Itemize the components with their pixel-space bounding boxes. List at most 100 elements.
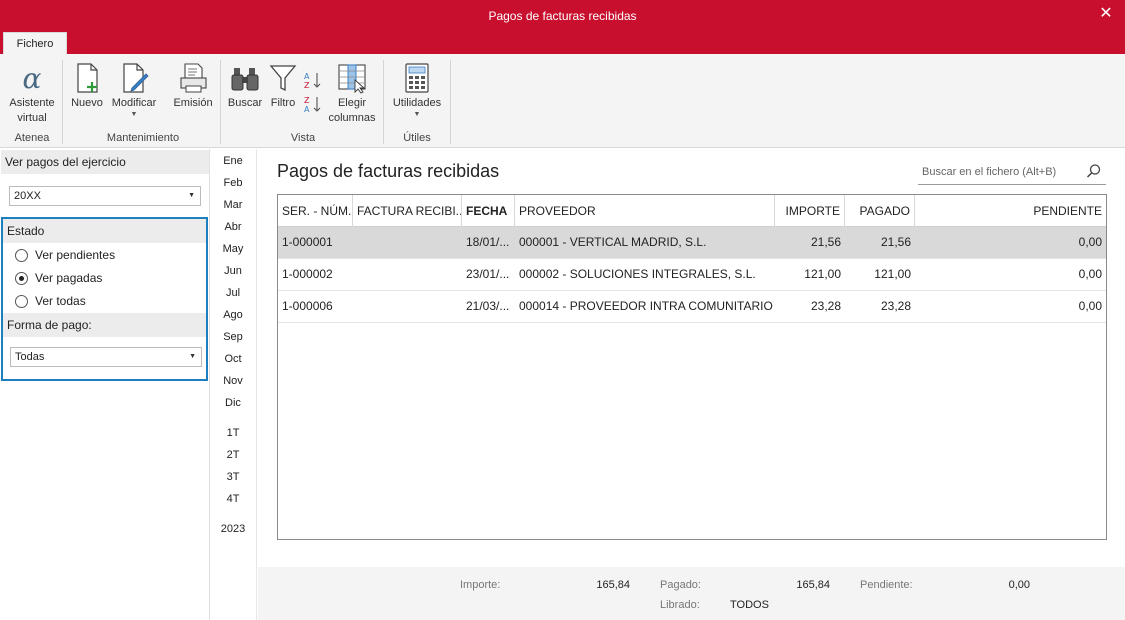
chevron-down-icon: ▼ [413, 111, 421, 118]
period-month[interactable]: Sep [211, 331, 255, 343]
totals-footer: Importe: 165,84 Pagado: 165,84 Pendiente… [258, 567, 1125, 620]
ejercicio-header: Ver pagos del ejercicio [1, 150, 209, 174]
period-quarter[interactable]: 4T [211, 493, 255, 505]
filtro-button[interactable]: Filtro [266, 58, 300, 111]
table-row[interactable]: 1-000006 21/03/... 000014 - PROVEEDOR IN… [278, 291, 1106, 323]
emision-label: Emisión [173, 97, 213, 109]
radio-button[interactable] [15, 294, 28, 308]
search-icon[interactable] [1086, 163, 1102, 179]
search-box[interactable] [918, 159, 1106, 185]
column-header-ser-num[interactable]: SER. - NÚM. [278, 195, 353, 227]
column-header-pagado[interactable]: PAGADO [845, 195, 915, 227]
radio-ver-pagadas[interactable]: Ver pagadas [15, 269, 102, 287]
buscar-button[interactable]: Buscar [226, 58, 264, 111]
estado-group: Estado Ver pendientes Ver pagadas Ver to… [1, 217, 208, 381]
table-header: SER. - NÚM. FACTURA RECIBI... FECHA PROV… [278, 195, 1106, 227]
radio-ver-todas[interactable]: Ver todas [15, 292, 86, 310]
cell-importe: 21,56 [810, 235, 841, 249]
filtro-label: Filtro [270, 97, 296, 109]
chevron-down-icon: ▼ [188, 192, 195, 199]
binoculars-icon [231, 68, 259, 91]
period-quarter[interactable]: 3T [211, 471, 255, 483]
period-quarter[interactable]: 2T [211, 449, 255, 461]
cell-importe: 23,28 [810, 299, 841, 313]
ribbon: α Asistente virtual Atenea Nuevo Modific… [0, 54, 1125, 148]
radio-label: Ver pagadas [35, 271, 103, 285]
librado-label: Librado: [660, 599, 700, 611]
period-year[interactable]: 2023 [211, 523, 255, 535]
cell-fecha: 18/01/... [466, 235, 510, 249]
sort-ascending-button[interactable]: A Z [302, 70, 324, 95]
ejercicio-select[interactable]: 20XX ▼ [9, 186, 201, 206]
pagado-total-value: 165,84 [796, 579, 830, 591]
period-month[interactable]: Jun [211, 265, 255, 277]
group-vista: Vista [290, 132, 316, 144]
ribbon-separator [383, 60, 384, 144]
columns-icon [338, 64, 366, 94]
svg-text:A: A [304, 105, 310, 114]
cell-pendiente: 0,00 [1078, 235, 1102, 249]
sort-descending-button[interactable]: Z A [302, 94, 324, 119]
period-month[interactable]: Feb [211, 177, 255, 189]
period-month[interactable]: Abr [211, 221, 255, 233]
cell-fecha: 21/03/... [466, 299, 510, 313]
column-header-pendiente[interactable]: PENDIENTE [915, 195, 1106, 227]
radio-ver-pendientes[interactable]: Ver pendientes [15, 246, 115, 264]
utilidades-button[interactable]: Utilidades ▼ [388, 58, 446, 119]
forma-pago-select[interactable]: Todas ▼ [10, 347, 202, 367]
column-header-factura[interactable]: FACTURA RECIBI... [353, 195, 462, 227]
period-month[interactable]: Mar [211, 199, 255, 211]
radio-button[interactable] [15, 248, 28, 262]
period-month[interactable]: Ago [211, 309, 255, 321]
asistente-virtual-button[interactable]: α Asistente virtual [6, 58, 58, 126]
cell-fecha: 23/01/... [466, 267, 510, 281]
emision-button[interactable]: Emisión [170, 58, 216, 111]
group-atenea: Atenea [14, 132, 50, 144]
utilidades-label: Utilidades [392, 97, 442, 109]
cell-proveedor: 000001 - VERTICAL MADRID, S.L. [519, 235, 707, 249]
table-row[interactable]: 1-000002 23/01/... 000002 - SOLUCIONES I… [278, 259, 1106, 291]
group-utiles: Útiles [403, 132, 431, 144]
asistente-label-2: virtual [17, 112, 47, 124]
payments-table: SER. - NÚM. FACTURA RECIBI... FECHA PROV… [277, 194, 1107, 540]
svg-text:A: A [304, 72, 310, 81]
period-month[interactable]: May [211, 243, 255, 255]
svg-text:α: α [23, 62, 42, 94]
cell-importe: 121,00 [804, 267, 841, 281]
search-input[interactable] [922, 163, 1082, 181]
cell-factura [353, 227, 462, 259]
page-title: Pagos de facturas recibidas [277, 161, 500, 181]
new-document-icon [77, 63, 98, 93]
tab-fichero[interactable]: Fichero [3, 32, 67, 54]
period-month[interactable]: Dic [211, 397, 255, 409]
period-month[interactable]: Ene [211, 155, 255, 167]
table-row[interactable]: 1-000001 18/01/... 000001 - VERTICAL MAD… [278, 227, 1106, 259]
period-month[interactable]: Jul [211, 287, 255, 299]
period-month[interactable]: Nov [211, 375, 255, 387]
column-header-fecha[interactable]: FECHA [462, 195, 515, 227]
main-content: Pagos de facturas recibidas SER. - NÚM. … [258, 149, 1125, 620]
chevron-down-icon: ▼ [130, 111, 138, 118]
column-header-importe[interactable]: IMPORTE [775, 195, 845, 227]
elegir-label-2: columnas [328, 112, 376, 124]
importe-total-label: Importe: [460, 579, 501, 591]
ejercicio-value: 20XX [14, 190, 41, 202]
window-title: Pagos de facturas recibidas [488, 9, 637, 23]
filter-panel: Ver pagos del ejercicio 20XX ▼ Estado Ve… [0, 149, 210, 620]
radio-button[interactable] [15, 271, 28, 285]
ribbon-separator [450, 60, 451, 144]
chevron-down-icon: ▼ [189, 353, 196, 360]
pendiente-total-label: Pendiente: [860, 579, 913, 591]
elegir-columnas-button[interactable]: Elegir columnas [326, 58, 378, 126]
modificar-button[interactable]: Modificar ▼ [108, 58, 160, 119]
nuevo-button[interactable]: Nuevo [68, 58, 106, 111]
period-month[interactable]: Oct [211, 353, 255, 365]
cell-pagado: 21,56 [880, 235, 911, 249]
period-quarter[interactable]: 1T [211, 427, 255, 439]
close-icon[interactable]: ✕ [1097, 5, 1115, 23]
nuevo-label: Nuevo [71, 97, 103, 109]
cell-pendiente: 0,00 [1078, 299, 1102, 313]
group-mantenimiento: Mantenimiento [106, 132, 180, 144]
cell-ser-num: 1-000006 [282, 299, 333, 313]
column-header-proveedor[interactable]: PROVEEDOR [515, 195, 775, 227]
